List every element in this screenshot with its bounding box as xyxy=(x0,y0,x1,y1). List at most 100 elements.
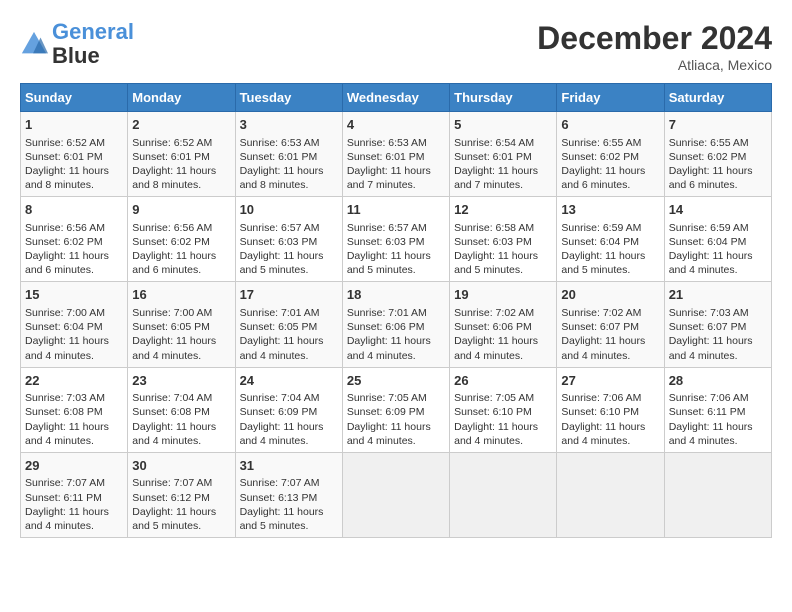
day-number: 3 xyxy=(240,116,338,134)
day-info: Sunrise: 6:57 AM Sunset: 6:03 PM Dayligh… xyxy=(240,222,324,277)
day-number: 1 xyxy=(25,116,123,134)
day-number: 9 xyxy=(132,201,230,219)
day-number: 13 xyxy=(561,201,659,219)
day-number: 24 xyxy=(240,372,338,390)
logo: GeneralBlue xyxy=(20,20,134,68)
calendar-cell: 18 Sunrise: 7:01 AM Sunset: 6:06 PM Dayli… xyxy=(342,282,449,367)
day-info: Sunrise: 6:59 AM Sunset: 6:04 PM Dayligh… xyxy=(669,222,753,277)
day-info: Sunrise: 7:04 AM Sunset: 6:09 PM Dayligh… xyxy=(240,392,324,447)
calendar-cell: 26Sunrise: 7:05 AM Sunset: 6:10 PM Dayli… xyxy=(450,367,557,452)
calendar-cell: 15Sunrise: 7:00 AM Sunset: 6:04 PM Dayli… xyxy=(21,282,128,367)
month-title: December 2024 xyxy=(537,20,772,57)
day-number: 4 xyxy=(347,116,445,134)
calendar-cell: 28 Sunrise: 7:06 AM Sunset: 6:11 PM Dayli… xyxy=(664,367,771,452)
calendar-table: SundayMondayTuesdayWednesdayThursdayFrid… xyxy=(20,83,772,538)
day-number: 23 xyxy=(132,372,230,390)
day-number: 14 xyxy=(669,201,767,219)
page-header: GeneralBlue December 2024 Atliaca, Mexic… xyxy=(20,20,772,73)
day-info: Sunrise: 6:56 AM Sunset: 6:02 PM Dayligh… xyxy=(132,222,216,277)
calendar-cell: 27Sunrise: 7:06 AM Sunset: 6:10 PM Dayli… xyxy=(557,367,664,452)
calendar-cell: 23Sunrise: 7:04 AM Sunset: 6:08 PM Dayli… xyxy=(128,367,235,452)
day-info: Sunrise: 6:52 AM Sunset: 6:01 PM Dayligh… xyxy=(132,137,216,192)
day-number: 17 xyxy=(240,286,338,304)
day-info: Sunrise: 6:57 AM Sunset: 6:03 PM Dayligh… xyxy=(347,222,431,277)
day-info: Sunrise: 7:07 AM Sunset: 6:11 PM Dayligh… xyxy=(25,477,109,532)
day-info: Sunrise: 7:00 AM Sunset: 6:04 PM Dayligh… xyxy=(25,307,109,362)
day-number: 16 xyxy=(132,286,230,304)
day-info: Sunrise: 6:54 AM Sunset: 6:01 PM Dayligh… xyxy=(454,137,538,192)
calendar-body: 1 Sunrise: 6:52 AM Sunset: 6:01 PM Daylig… xyxy=(21,112,772,538)
title-area: December 2024 Atliaca, Mexico xyxy=(537,20,772,73)
calendar-cell: 20 Sunrise: 7:02 AM Sunset: 6:07 PM Dayli… xyxy=(557,282,664,367)
week-row-2: 15Sunrise: 7:00 AM Sunset: 6:04 PM Dayli… xyxy=(21,282,772,367)
day-number: 18 xyxy=(347,286,445,304)
calendar-cell: 10 Sunrise: 6:57 AM Sunset: 6:03 PM Dayli… xyxy=(235,197,342,282)
logo-icon xyxy=(20,30,48,58)
week-row-4: 29 Sunrise: 7:07 AM Sunset: 6:11 PM Dayli… xyxy=(21,452,772,537)
day-info: Sunrise: 6:55 AM Sunset: 6:02 PM Dayligh… xyxy=(561,137,645,192)
day-info: Sunrise: 7:00 AM Sunset: 6:05 PM Dayligh… xyxy=(132,307,216,362)
day-number: 25 xyxy=(347,372,445,390)
calendar-cell xyxy=(450,452,557,537)
weekday-tuesday: Tuesday xyxy=(235,84,342,112)
day-info: Sunrise: 7:01 AM Sunset: 6:05 PM Dayligh… xyxy=(240,307,324,362)
calendar-cell: 8Sunrise: 6:56 AM Sunset: 6:02 PM Daylig… xyxy=(21,197,128,282)
day-number: 11 xyxy=(347,201,445,219)
calendar-cell: 17 Sunrise: 7:01 AM Sunset: 6:05 PM Dayli… xyxy=(235,282,342,367)
day-number: 31 xyxy=(240,457,338,475)
day-info: Sunrise: 7:06 AM Sunset: 6:11 PM Dayligh… xyxy=(669,392,753,447)
day-number: 21 xyxy=(669,286,767,304)
day-number: 20 xyxy=(561,286,659,304)
weekday-wednesday: Wednesday xyxy=(342,84,449,112)
day-info: Sunrise: 6:53 AM Sunset: 6:01 PM Dayligh… xyxy=(347,137,431,192)
calendar-cell: 4 Sunrise: 6:53 AM Sunset: 6:01 PM Daylig… xyxy=(342,112,449,197)
calendar-cell: 5 Sunrise: 6:54 AM Sunset: 6:01 PM Daylig… xyxy=(450,112,557,197)
day-info: Sunrise: 7:01 AM Sunset: 6:06 PM Dayligh… xyxy=(347,307,431,362)
day-number: 5 xyxy=(454,116,552,134)
week-row-1: 8 Sunrise: 6:56 AM Sunset: 6:02 PM Daylig… xyxy=(21,197,772,282)
calendar-cell: 24 Sunrise: 7:04 AM Sunset: 6:09 PM Dayli… xyxy=(235,367,342,452)
weekday-header-row: SundayMondayTuesdayWednesdayThursdayFrid… xyxy=(21,84,772,112)
logo-text: GeneralBlue xyxy=(52,20,134,68)
calendar-cell: 16 Sunrise: 7:00 AM Sunset: 6:05 PM Dayli… xyxy=(128,282,235,367)
calendar-cell: 6 Sunrise: 6:55 AM Sunset: 6:02 PM Daylig… xyxy=(557,112,664,197)
calendar-cell: 22 Sunrise: 7:03 AM Sunset: 6:08 PM Dayli… xyxy=(21,367,128,452)
day-info: Sunrise: 7:06 AM Sunset: 6:10 PM Dayligh… xyxy=(561,392,645,447)
day-info: Sunrise: 7:02 AM Sunset: 6:07 PM Dayligh… xyxy=(561,307,645,362)
day-number: 28 xyxy=(669,372,767,390)
day-info: Sunrise: 7:07 AM Sunset: 6:13 PM Dayligh… xyxy=(240,477,324,532)
day-info: Sunrise: 6:59 AM Sunset: 6:04 PM Dayligh… xyxy=(561,222,645,277)
calendar-cell xyxy=(342,452,449,537)
calendar-cell: 13 Sunrise: 6:59 AM Sunset: 6:04 PM Dayli… xyxy=(557,197,664,282)
day-info: Sunrise: 7:02 AM Sunset: 6:06 PM Dayligh… xyxy=(454,307,538,362)
day-number: 2 xyxy=(132,116,230,134)
day-info: Sunrise: 6:53 AM Sunset: 6:01 PM Dayligh… xyxy=(240,137,324,192)
day-info: Sunrise: 7:05 AM Sunset: 6:10 PM Dayligh… xyxy=(454,392,538,447)
calendar-cell: 12Sunrise: 6:58 AM Sunset: 6:03 PM Dayli… xyxy=(450,197,557,282)
day-info: Sunrise: 6:58 AM Sunset: 6:03 PM Dayligh… xyxy=(454,222,538,277)
day-info: Sunrise: 7:05 AM Sunset: 6:09 PM Dayligh… xyxy=(347,392,431,447)
calendar-cell: 30 Sunrise: 7:07 AM Sunset: 6:12 PM Dayli… xyxy=(128,452,235,537)
day-info: Sunrise: 7:03 AM Sunset: 6:07 PM Dayligh… xyxy=(669,307,753,362)
location: Atliaca, Mexico xyxy=(537,57,772,73)
calendar-cell: 31 Sunrise: 7:07 AM Sunset: 6:13 PM Dayli… xyxy=(235,452,342,537)
week-row-0: 1 Sunrise: 6:52 AM Sunset: 6:01 PM Daylig… xyxy=(21,112,772,197)
calendar-cell: 2 Sunrise: 6:52 AM Sunset: 6:01 PM Daylig… xyxy=(128,112,235,197)
day-info: Sunrise: 7:03 AM Sunset: 6:08 PM Dayligh… xyxy=(25,392,109,447)
calendar-cell: 3 Sunrise: 6:53 AM Sunset: 6:01 PM Daylig… xyxy=(235,112,342,197)
weekday-saturday: Saturday xyxy=(664,84,771,112)
day-number: 7 xyxy=(669,116,767,134)
day-number: 30 xyxy=(132,457,230,475)
week-row-3: 22 Sunrise: 7:03 AM Sunset: 6:08 PM Dayli… xyxy=(21,367,772,452)
day-number: 6 xyxy=(561,116,659,134)
day-number: 22 xyxy=(25,372,123,390)
day-info: Sunrise: 6:55 AM Sunset: 6:02 PM Dayligh… xyxy=(669,137,753,192)
day-info: Sunrise: 7:07 AM Sunset: 6:12 PM Dayligh… xyxy=(132,477,216,532)
calendar-cell: 1 Sunrise: 6:52 AM Sunset: 6:01 PM Daylig… xyxy=(21,112,128,197)
day-number: 29 xyxy=(25,457,123,475)
day-number: 8 xyxy=(25,201,123,219)
calendar-cell: 25 Sunrise: 7:05 AM Sunset: 6:09 PM Dayli… xyxy=(342,367,449,452)
day-number: 10 xyxy=(240,201,338,219)
day-info: Sunrise: 6:52 AM Sunset: 6:01 PM Dayligh… xyxy=(25,137,109,192)
weekday-sunday: Sunday xyxy=(21,84,128,112)
